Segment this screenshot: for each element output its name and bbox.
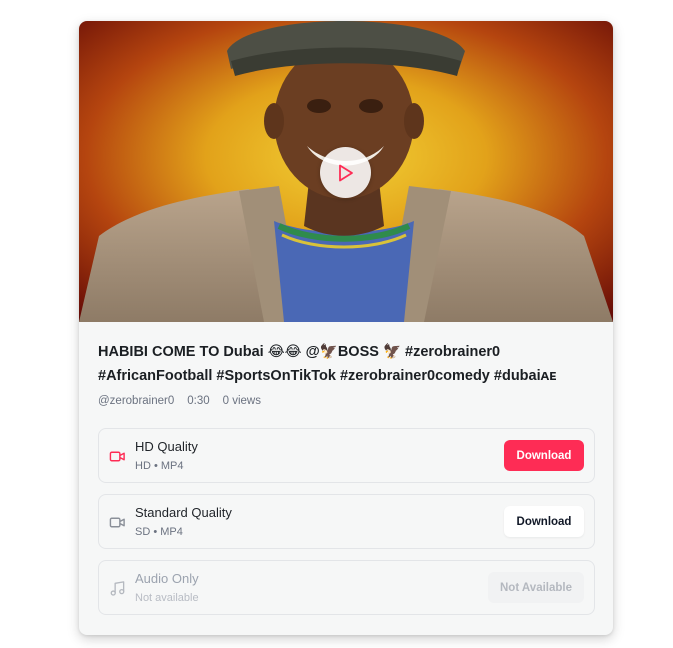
option-format: Not available [135,592,199,604]
option-format: SD • MP4 [135,526,183,538]
video-card: HABIBI COME TO Dubai 😂😂 @🦅BOSS 🦅 #zerobr… [79,21,613,635]
download-sd-button[interactable]: Download [504,506,584,537]
not-available-button: Not Available [488,572,584,603]
option-name: HD Quality [135,439,198,454]
video-camera-icon [109,451,125,462]
option-name: Standard Quality [135,505,232,520]
play-icon [338,164,353,181]
download-hd-button[interactable]: Download [504,440,584,471]
video-author[interactable]: @zerobrainer0 [98,395,174,407]
download-option-audio: Audio Only Not available Not Available [98,560,595,615]
download-option-sd: Standard Quality SD • MP4 Download [98,494,595,549]
option-name: Audio Only [135,571,199,586]
download-option-hd: HD Quality HD • MP4 Download [98,428,595,483]
video-info: HABIBI COME TO Dubai 😂😂 @🦅BOSS 🦅 #zerobr… [79,322,613,407]
music-note-icon [110,581,125,596]
option-format: HD • MP4 [135,460,184,472]
play-button[interactable] [320,147,371,198]
video-duration: 0:30 [187,395,210,407]
video-meta: @zerobrainer0 0:30 0 views [98,395,594,407]
video-title: HABIBI COME TO Dubai 😂😂 @🦅BOSS 🦅 #zerobr… [98,344,557,384]
video-views: 0 views [222,395,261,407]
video-camera-icon [109,517,125,528]
video-thumbnail[interactable] [79,21,613,322]
